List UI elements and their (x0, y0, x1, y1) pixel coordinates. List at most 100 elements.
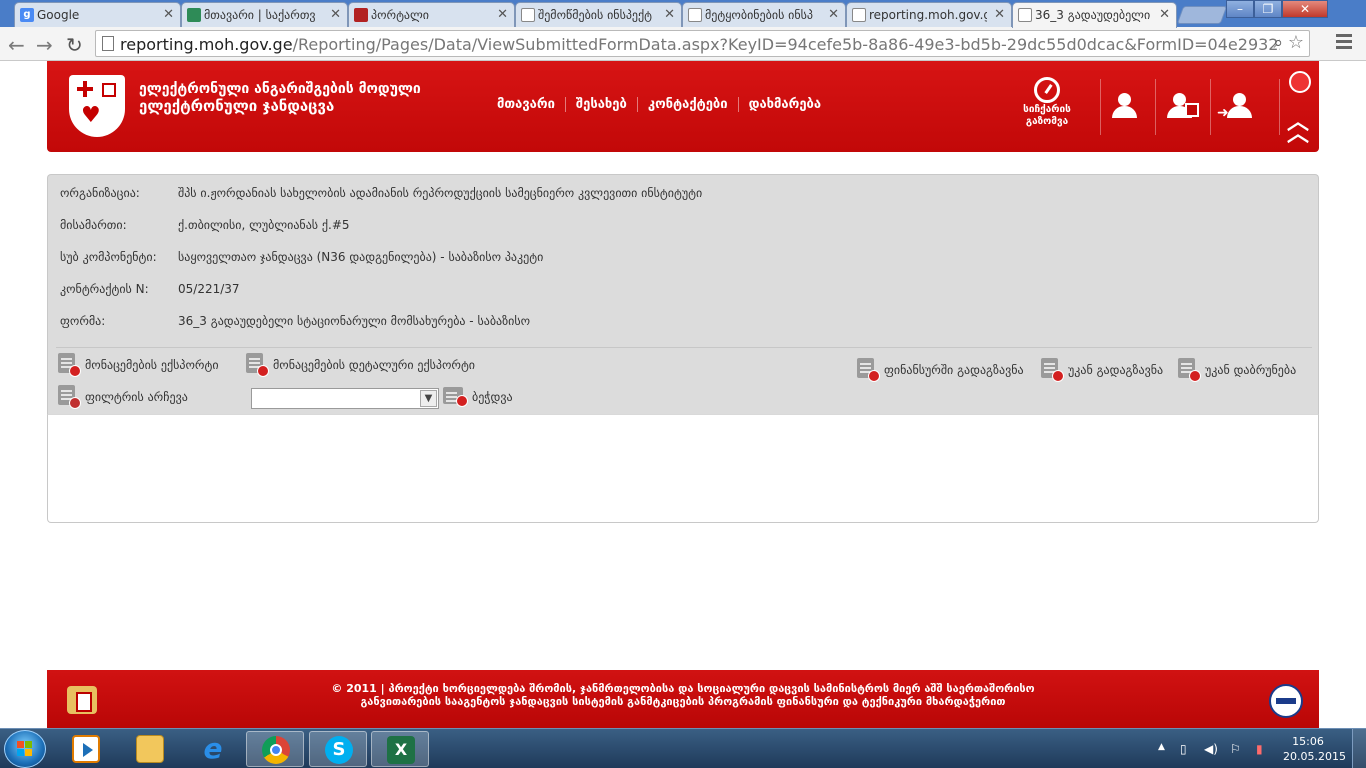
site-title: ელექტრონული ანგარიშგების მოდული ელექტრონ… (139, 81, 421, 115)
taskbar-excel[interactable]: X (371, 731, 429, 767)
nav-help[interactable]: დახმარება (739, 97, 831, 112)
tab-title: პორტალი (371, 8, 430, 22)
maximize-button[interactable]: ❐ (1254, 0, 1282, 18)
browser-toolbar: ← → ↻ reporting.moh.gov.ge/Reporting/Pag… (0, 27, 1366, 61)
minimize-button[interactable]: – (1226, 0, 1254, 18)
organization-value: შპს ი.ჟორდანიას სახელობის ადამიანის რეპრ… (178, 186, 703, 200)
form-value: 36_3 გადაუდებელი სტაციონარული მომსახურებ… (178, 314, 531, 328)
form-data-area (47, 414, 1319, 523)
reload-icon[interactable]: ↻ (66, 33, 83, 57)
tab-mtavari[interactable]: მთავარი | საქართვ ✕ (181, 2, 348, 27)
page-favicon-icon (521, 8, 535, 22)
ministry-logo-icon[interactable]: ♥ (69, 75, 125, 137)
url-host: reporting.moh.gov.ge (120, 35, 293, 54)
speedometer-icon[interactable] (1034, 77, 1060, 103)
tab-google[interactable]: g Google ✕ (14, 2, 181, 27)
contract-row: კონტრაქტის N: 05/221/37 (60, 282, 240, 296)
red-cross-icon (77, 81, 93, 97)
forward-arrow-icon[interactable]: → (36, 33, 53, 57)
internet-explorer-icon: e (203, 732, 223, 765)
detailed-export-button[interactable]: მონაცემების დეტალური ექსპორტი (246, 353, 475, 377)
close-window-button[interactable]: ✕ (1282, 0, 1328, 18)
tab-close-icon[interactable]: ✕ (497, 7, 508, 22)
power-status-icon[interactable]: ▮ (1256, 742, 1263, 756)
tab-title: 36_3 გადაუდებელი (1035, 8, 1151, 22)
system-clock[interactable]: 15:06 20.05.2015 (1283, 734, 1346, 764)
language-globe-icon[interactable] (1289, 71, 1311, 93)
tray-expand-icon[interactable]: ▲ (1158, 742, 1165, 752)
user-list-icon[interactable] (1165, 93, 1199, 119)
taskbar-skype[interactable]: S (309, 731, 367, 767)
tab-close-icon[interactable]: ✕ (664, 7, 675, 22)
tab-inspection[interactable]: შემოწმების ინსპექტ ✕ (515, 2, 682, 27)
portal-favicon-icon (354, 8, 368, 22)
detailed-export-document-icon (246, 353, 269, 377)
taskbar-media-player[interactable] (57, 731, 115, 767)
windows-flag-icon (17, 741, 33, 757)
address-label: მისამართი: (60, 218, 127, 232)
url-path: /Reporting/Pages/Data/ViewSubmittedFormD… (292, 35, 1280, 54)
speed-test-label[interactable]: სიჩქარის გაზომვა (1017, 104, 1077, 128)
nav-contacts[interactable]: კონტაქტები (638, 97, 739, 112)
tab-reporting[interactable]: reporting.moh.gov.ge ✕ (846, 2, 1012, 27)
nav-about[interactable]: შესახებ (566, 97, 638, 112)
tab-close-icon[interactable]: ✕ (994, 7, 1005, 22)
heart-icon: ♥ (81, 103, 101, 128)
tab-notification[interactable]: მეტყობინების ინსპ ✕ (682, 2, 846, 27)
print-label: ბეჭდვა (472, 390, 513, 404)
site-title-line2: ელექტრონული ჯანდაცვა (139, 97, 335, 115)
user-logout-icon[interactable]: ➜ (1217, 93, 1255, 121)
chrome-menu-icon[interactable] (1336, 34, 1352, 52)
nav-home[interactable]: მთავარი (489, 97, 566, 112)
excel-icon: X (387, 736, 415, 764)
clock-time: 15:06 (1292, 735, 1324, 748)
tab-title: მთავარი | საქართვ (204, 8, 316, 22)
zoom-icon[interactable]: ⌕ (1273, 33, 1283, 53)
tab-title: reporting.moh.gov.ge (869, 8, 987, 22)
tab-close-icon[interactable]: ✕ (163, 7, 174, 22)
detailed-export-label: მონაცემების დეტალური ექსპორტი (273, 358, 476, 372)
new-tab-button[interactable] (1176, 6, 1228, 24)
chevron-down-icon[interactable]: ▼ (420, 390, 437, 407)
tab-portal[interactable]: პორტალი ✕ (348, 2, 515, 27)
collapse-chevron-up-icon[interactable]: ︿ ︿ (1287, 112, 1309, 146)
return-back-button[interactable]: უკან დაბრუნება (1178, 358, 1296, 382)
page-favicon-icon (852, 8, 866, 22)
export-data-button[interactable]: მონაცემების ექსპორტი (58, 353, 219, 377)
filter-search-icon (58, 385, 81, 409)
taskbar-explorer[interactable] (121, 731, 179, 767)
bookmark-star-icon[interactable]: ☆ (1288, 32, 1304, 53)
back-arrow-icon[interactable]: ← (8, 33, 25, 57)
print-button[interactable]: ბეჭდვა (443, 387, 513, 407)
taskbar-chrome[interactable] (246, 731, 304, 767)
page-favicon-icon (1018, 8, 1032, 22)
folder-icon (136, 735, 164, 763)
tab-current-form[interactable]: 36_3 გადაუდებელი ✕ (1012, 2, 1177, 28)
skype-icon: S (325, 736, 353, 764)
start-button[interactable] (4, 730, 46, 768)
user-profile-icon[interactable] (1110, 93, 1140, 119)
action-center-icon[interactable]: ⚐ (1230, 742, 1241, 756)
taskbar-internet-explorer[interactable]: e (184, 731, 242, 767)
address-bar[interactable]: reporting.moh.gov.ge/Reporting/Pages/Dat… (95, 30, 1310, 57)
panel-divider (56, 347, 1312, 348)
form-info-panel: ორგანიზაცია: შპს ი.ჟორდანიას სახელობის ად… (47, 174, 1319, 414)
send-back-icon (1041, 358, 1064, 382)
header-divider (1100, 79, 1101, 135)
url-text[interactable]: reporting.moh.gov.ge/Reporting/Pages/Dat… (120, 35, 1280, 54)
send-to-finance-button[interactable]: ფინანსურში გადაგზავნა (857, 358, 1024, 382)
tab-close-icon[interactable]: ✕ (1159, 7, 1170, 22)
header-divider (1279, 79, 1280, 135)
show-desktop-button[interactable] (1352, 729, 1366, 768)
tab-close-icon[interactable]: ✕ (330, 7, 341, 22)
send-back-button[interactable]: უკან გადაგზავნა (1041, 358, 1163, 382)
organization-row: ორგანიზაცია: შპს ი.ჟორდანიას სახელობის ად… (60, 186, 702, 200)
filter-dropdown[interactable]: ▼ (251, 388, 439, 409)
filter-select-label-group: ფილტრის არჩევა (58, 385, 188, 409)
volume-icon[interactable]: ◀) (1204, 742, 1218, 756)
usaid-logo-icon (1269, 684, 1303, 718)
network-tray-icon[interactable]: ▯ (1180, 742, 1187, 756)
site-header: ♥ ელექტრონული ანგარიშგების მოდული ელექტრ… (47, 61, 1319, 152)
footer-line1: © 2011 | პროექტი ხორციელდება შრომის, ჯან… (331, 682, 1035, 695)
tab-close-icon[interactable]: ✕ (828, 7, 839, 22)
